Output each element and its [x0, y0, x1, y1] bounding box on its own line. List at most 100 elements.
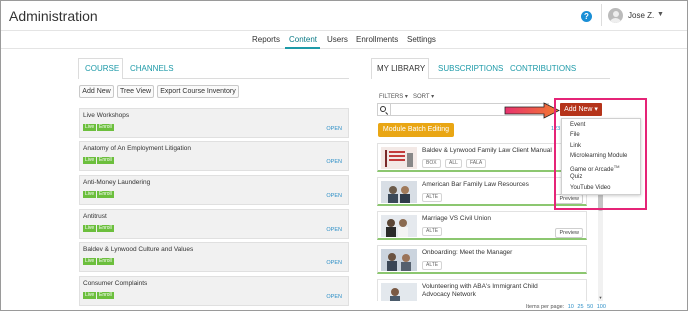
library-item-title: Onboarding: Meet the Manager	[422, 249, 513, 256]
menu-item-event[interactable]: Event	[570, 122, 585, 128]
nav-active-indicator	[285, 47, 320, 49]
enroll-badge: Enroll	[97, 157, 114, 164]
live-badge: Live	[83, 191, 97, 198]
nav-reports[interactable]: Reports	[252, 35, 280, 44]
avatar[interactable]	[608, 8, 623, 23]
divider	[390, 104, 391, 115]
tag: ALTE	[422, 261, 443, 270]
tab-divider	[429, 78, 610, 79]
thumbnail-image	[381, 147, 417, 169]
nav-enrollments[interactable]: Enrollments	[356, 35, 398, 44]
menu-item-label: Game or Arcade	[570, 167, 614, 173]
course-name: Consumer Complaints	[83, 280, 148, 287]
library-item-title: Baldev & Lynwood Family Law Client Manua…	[422, 147, 552, 154]
thumbnail-image	[381, 215, 417, 237]
main-nav: Reports Content Users Enrollments Settin…	[1, 30, 687, 49]
live-badge: Live	[83, 124, 97, 131]
library-item[interactable]: Onboarding: Meet the Manager ALTE	[377, 245, 587, 274]
top-bar: Administration ? Jose Z. ▼	[1, 1, 687, 30]
preview-button[interactable]: Preview	[555, 228, 583, 238]
app-window: Administration ? Jose Z. ▼ Reports Conte…	[0, 0, 688, 311]
course-card[interactable]: Consumer Complaints Live Enroll OPEN	[79, 276, 349, 306]
page-size-option[interactable]: 25	[577, 304, 583, 310]
live-badge: Live	[83, 258, 97, 265]
tag: BOX	[422, 159, 441, 168]
tree-view-button[interactable]: Tree View	[117, 85, 154, 98]
menu-item-game-or-arcade[interactable]: Game or ArcadeTM	[570, 164, 619, 173]
nav-users[interactable]: Users	[327, 35, 348, 44]
open-link[interactable]: OPEN	[326, 260, 342, 266]
course-card[interactable]: Anti-Money Laundering Live Enroll OPEN	[79, 175, 349, 205]
open-link[interactable]: OPEN	[326, 159, 342, 165]
module-batch-editing-button[interactable]: Module Batch Editing	[378, 123, 454, 137]
open-link[interactable]: OPEN	[326, 227, 342, 233]
chevron-down-icon: ▾	[431, 94, 435, 100]
tab-subscriptions[interactable]: SUBSCRIPTIONS	[438, 64, 503, 73]
course-name: Anatomy of An Employment Litigation	[83, 145, 192, 152]
user-name[interactable]: Jose Z.	[628, 11, 654, 20]
tab-channels[interactable]: CHANNELS	[130, 64, 174, 73]
course-name: Antitrust	[83, 213, 107, 220]
page-size-option[interactable]: 50	[587, 304, 593, 310]
course-card[interactable]: Baldev & Lynwood Culture and Values Live…	[79, 242, 349, 272]
add-new-menu: Event File Link Microlearning Module Gam…	[561, 118, 641, 195]
sort-dropdown[interactable]: SORT ▾	[413, 93, 434, 100]
sort-label: SORT	[413, 94, 430, 100]
nav-content[interactable]: Content	[289, 35, 317, 44]
tab-my-library[interactable]: MY LIBRARY	[377, 64, 425, 73]
add-new-course-button[interactable]: Add New	[79, 85, 114, 98]
enroll-badge: Enroll	[97, 258, 114, 265]
thumbnail-image	[381, 283, 417, 301]
menu-item-youtube-video[interactable]: YouTube Video	[570, 185, 610, 191]
enroll-badge: Enroll	[97, 225, 114, 232]
page-size-option[interactable]: 10	[568, 304, 574, 310]
library-item[interactable]: Marriage VS Civil Union ALTE Preview	[377, 211, 587, 240]
help-icon[interactable]: ?	[581, 11, 592, 22]
tab-contributions[interactable]: CONTRIBUTIONS	[510, 64, 576, 73]
trademark-mark: TM	[613, 164, 620, 169]
filters-dropdown[interactable]: FILTERS ▾	[379, 93, 408, 100]
tab-divider	[123, 78, 349, 79]
course-card[interactable]: Anatomy of An Employment Litigation Live…	[79, 141, 349, 171]
open-link[interactable]: OPEN	[326, 294, 342, 300]
chevron-down-icon[interactable]: ▼	[657, 11, 664, 18]
library-item-title: Volunteering with ABA's Immigrant Child	[422, 283, 538, 290]
tag: ALTE	[422, 193, 443, 202]
menu-item-file[interactable]: File	[570, 132, 580, 138]
course-name: Baldev & Lynwood Culture and Values	[83, 246, 194, 253]
page-size-option[interactable]: 100	[597, 304, 606, 310]
chevron-down-icon: ▾	[404, 94, 408, 100]
live-badge: Live	[83, 157, 97, 164]
open-link[interactable]: OPEN	[326, 193, 342, 199]
live-badge: Live	[83, 292, 97, 299]
library-item-title-line2: Advocacy Network	[422, 291, 476, 298]
thumbnail-image	[381, 181, 417, 203]
course-card[interactable]: Antitrust Live Enroll OPEN	[79, 209, 349, 239]
enroll-badge: Enroll	[97, 292, 114, 299]
filters-label: FILTERS	[379, 94, 404, 100]
menu-item-microlearning-module[interactable]: Microlearning Module	[570, 153, 627, 159]
tag: FALA	[466, 159, 487, 168]
pagination: Items per page: 10 25 50 100	[526, 304, 606, 310]
course-card[interactable]: Live Workshops Live Enroll OPEN	[79, 108, 349, 138]
add-new-label: Add New	[564, 106, 593, 113]
add-new-button[interactable]: Add New ▾	[560, 103, 602, 116]
app-title: Administration	[9, 8, 98, 24]
scroll-down-icon[interactable]: ▼	[598, 295, 603, 300]
enroll-badge: Enroll	[97, 124, 114, 131]
menu-item-quiz[interactable]: Quiz	[570, 174, 582, 180]
library-item-title: Marriage VS Civil Union	[422, 215, 491, 222]
tag: ALL	[445, 159, 462, 168]
tab-course[interactable]: COURSE	[85, 64, 119, 73]
export-course-inventory-button[interactable]: Export Course Inventory	[157, 85, 239, 98]
open-link[interactable]: OPEN	[326, 126, 342, 132]
tag: ALTE	[422, 227, 443, 236]
course-name: Anti-Money Laundering	[83, 179, 151, 186]
course-name: Live Workshops	[83, 112, 130, 119]
items-per-page-label: Items per page:	[526, 304, 565, 310]
library-item[interactable]: Volunteering with ABA's Immigrant Child …	[377, 279, 587, 301]
enroll-badge: Enroll	[97, 191, 114, 198]
divider	[601, 4, 602, 26]
nav-settings[interactable]: Settings	[407, 35, 436, 44]
menu-item-link[interactable]: Link	[570, 143, 581, 149]
